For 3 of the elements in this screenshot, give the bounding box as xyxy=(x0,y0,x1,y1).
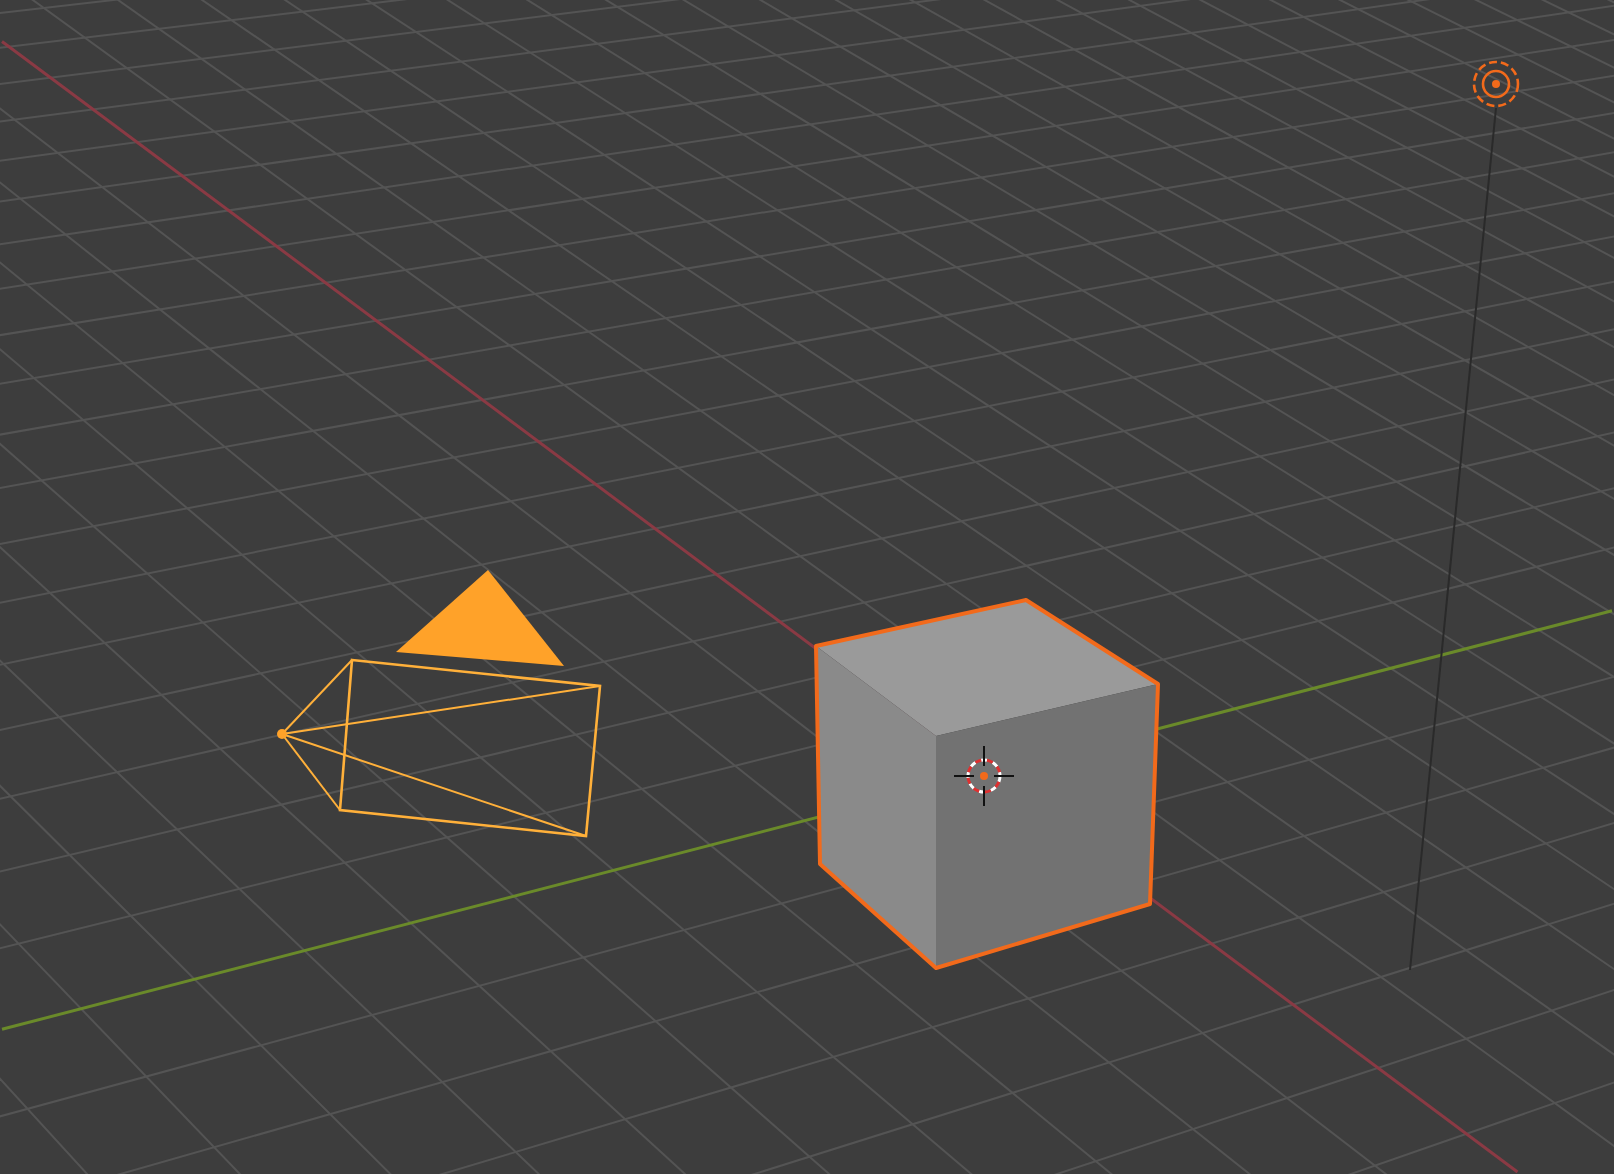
3d-cursor-icon[interactable] xyxy=(953,745,1015,807)
camera-object[interactable] xyxy=(277,570,602,838)
cube-object[interactable] xyxy=(814,598,1160,970)
